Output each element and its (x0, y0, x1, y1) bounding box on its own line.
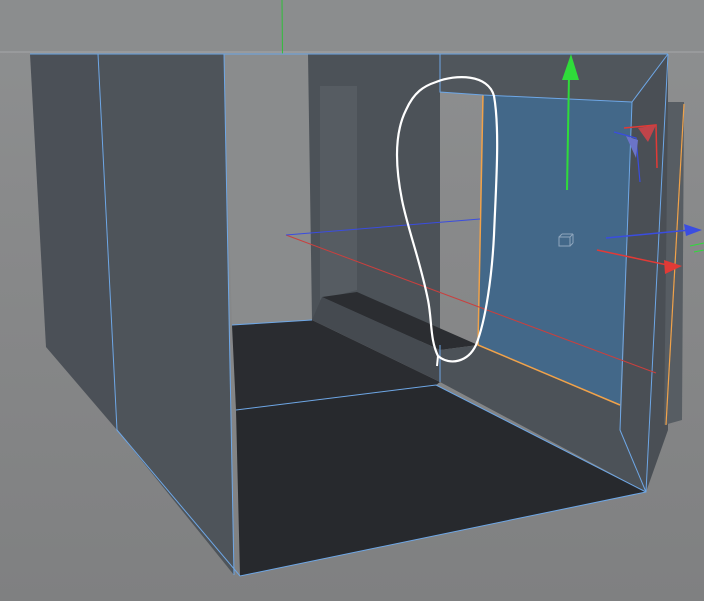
gizmo-z-arrowhead-icon[interactable] (684, 224, 702, 236)
3d-viewport[interactable] (0, 0, 704, 601)
gizmo-y-secondary-handle (689, 242, 704, 247)
freehand-highlight-tail (436, 355, 439, 367)
left-wall-face[interactable] (98, 54, 234, 575)
viewport-background-top (0, 0, 704, 52)
gizmo-y-secondary-handle-2 (693, 249, 704, 253)
viewport-canvas[interactable] (0, 0, 704, 601)
back-wall-inset-panel (320, 86, 357, 300)
interior-back-opening (224, 54, 312, 325)
